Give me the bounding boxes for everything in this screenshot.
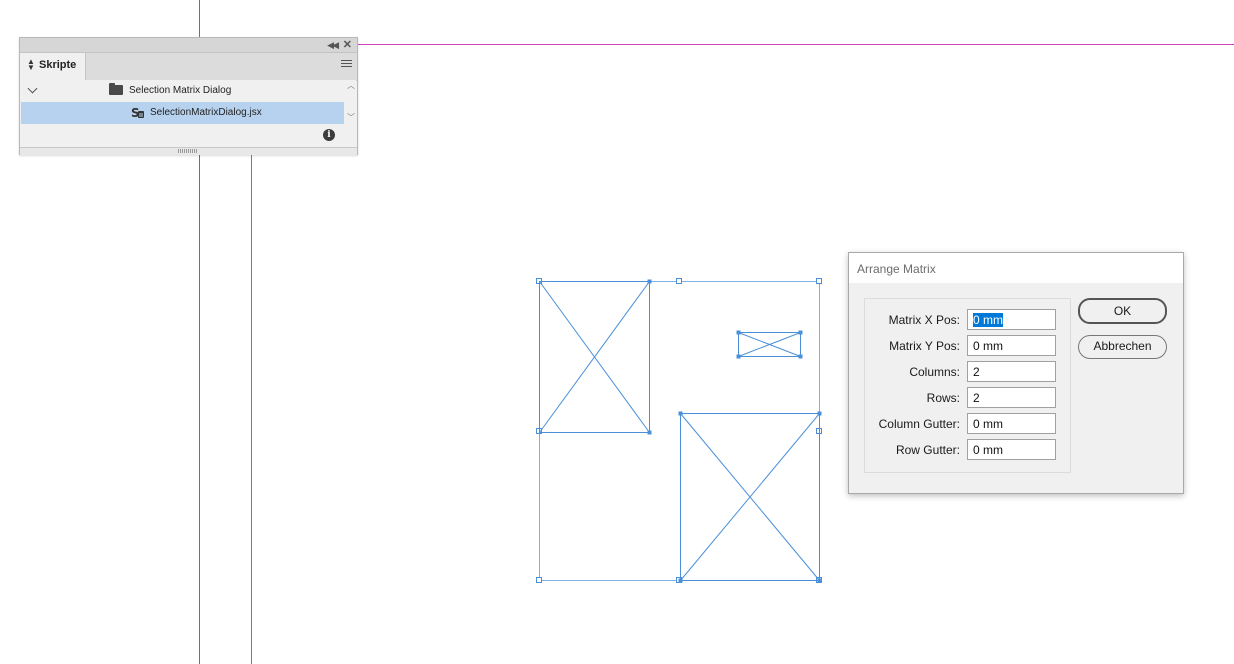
columns-label: Columns: — [909, 365, 960, 379]
double-chevron-left-icon[interactable]: ◀◀ — [327, 38, 339, 52]
field-row-row-gutter: Row Gutter: 0 mm — [865, 439, 1070, 461]
placeholder-frame-3[interactable] — [678, 411, 822, 583]
resize-grip-icon[interactable] — [178, 149, 198, 153]
tab-scripts[interactable]: ▲ ▼ Skripte — [20, 53, 86, 81]
scripts-tree: Selection Matrix Dialog S SelectionMatri… — [21, 80, 344, 124]
scripts-panel: ◀◀ ✕ ▲ ▼ Skripte Selection Matrix Dialog … — [19, 37, 358, 155]
folder-label: Selection Matrix Dialog — [129, 85, 232, 96]
columns-input[interactable]: 2 — [967, 361, 1056, 382]
folder-icon — [109, 83, 123, 95]
matrix-x-value: 0 mm — [973, 313, 1003, 327]
matrix-settings-group: Matrix X Pos: 0 mm Matrix Y Pos: 0 mm Co… — [864, 298, 1071, 473]
field-row-column-gutter: Column Gutter: 0 mm — [865, 413, 1070, 435]
tab-expand-arrows-icon[interactable]: ▲ ▼ — [27, 58, 35, 72]
selection-handle-top-mid — [676, 278, 682, 284]
script-file-icon: S — [131, 106, 144, 119]
scroll-up-icon[interactable]: ︿ — [347, 80, 355, 91]
rows-label: Rows: — [926, 391, 960, 405]
row-gutter-input[interactable]: 0 mm — [967, 439, 1056, 460]
selection-handle-top-right — [816, 278, 822, 284]
tree-folder-row[interactable]: Selection Matrix Dialog — [21, 80, 344, 102]
row-gutter-label: Row Gutter: — [895, 443, 960, 457]
ok-button[interactable]: OK — [1078, 298, 1167, 324]
column-gutter-input[interactable]: 0 mm — [967, 413, 1056, 434]
close-icon[interactable]: ✕ — [343, 38, 352, 52]
column-gutter-label: Column Gutter: — [878, 417, 960, 431]
panel-titlebar[interactable]: ◀◀ ✕ — [20, 38, 357, 53]
panel-resize-footer[interactable] — [20, 147, 357, 155]
field-row-matrix-x: Matrix X Pos: 0 mm — [865, 309, 1070, 331]
placeholder-frame-2[interactable] — [736, 330, 803, 359]
matrix-x-input[interactable]: 0 mm — [967, 309, 1056, 330]
matrix-x-label: Matrix X Pos: — [888, 313, 960, 327]
arrange-matrix-dialog: Arrange Matrix Matrix X Pos: 0 mm Matrix… — [848, 252, 1184, 494]
dialog-title: Arrange Matrix — [857, 262, 936, 276]
tree-scrollbar[interactable]: ︿ ﹀ — [344, 80, 356, 124]
panel-tab-row: ▲ ▼ Skripte — [20, 53, 357, 81]
scroll-down-icon[interactable]: ﹀ — [347, 112, 355, 123]
selection-handle-bottom-left — [536, 577, 542, 583]
info-icon[interactable]: i — [323, 129, 335, 141]
cancel-button[interactable]: Abbrechen — [1078, 335, 1167, 359]
matrix-y-label: Matrix Y Pos: — [889, 339, 960, 353]
tree-script-row[interactable]: S SelectionMatrixDialog.jsx — [21, 102, 344, 124]
field-row-matrix-y: Matrix Y Pos: 0 mm — [865, 335, 1070, 357]
chevron-down-icon[interactable] — [27, 83, 38, 94]
dialog-titlebar[interactable]: Arrange Matrix — [849, 253, 1183, 283]
rows-input[interactable]: 2 — [967, 387, 1056, 408]
field-row-rows: Rows: 2 — [865, 387, 1070, 409]
script-label: SelectionMatrixDialog.jsx — [150, 107, 262, 118]
matrix-y-input[interactable]: 0 mm — [967, 335, 1056, 356]
group-selection-box[interactable] — [536, 278, 822, 583]
tab-label: Skripte — [39, 59, 77, 71]
hamburger-menu-icon[interactable] — [341, 60, 352, 69]
field-row-columns: Columns: 2 — [865, 361, 1070, 383]
placeholder-frame-1[interactable] — [539, 279, 652, 435]
